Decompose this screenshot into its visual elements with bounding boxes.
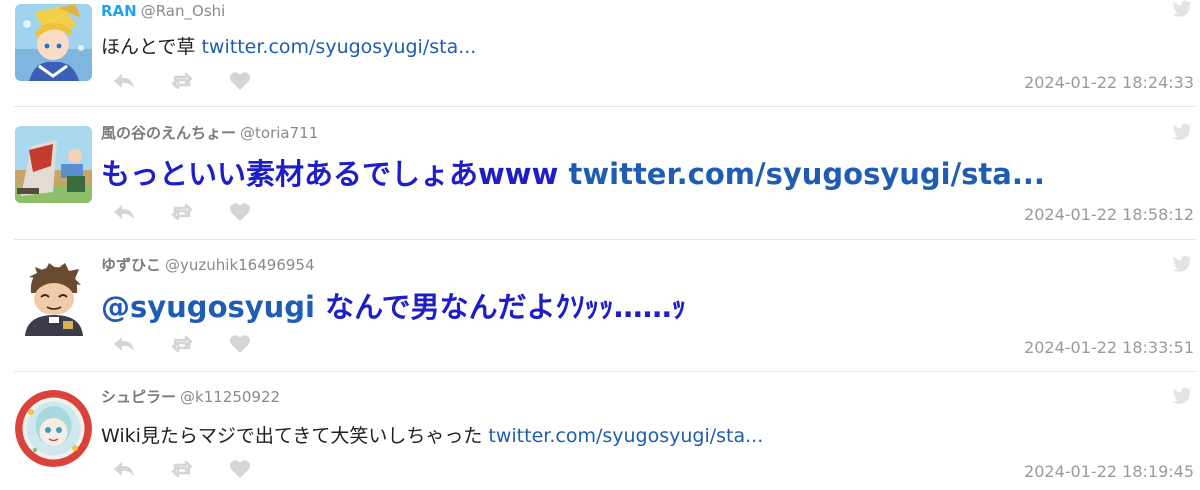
reply-icon[interactable] (112, 202, 136, 222)
tweet-item: 風の谷のえんちょー @toria711 もっといい素材あるでしょあwww twit… (0, 107, 1200, 239)
author-handle[interactable]: @Ran_Oshi (141, 2, 226, 20)
tweet-mention[interactable]: @syugosyugi (101, 290, 315, 324)
tweet-timestamp[interactable]: 2024-01-22 18:58:12 (1024, 205, 1194, 225)
tweet-text: @syugosyugi なんで男なんだよｸｿｯｯ……ｯ (101, 289, 686, 325)
tweet-header: シュピラー @k11250922 (101, 388, 280, 406)
reply-icon[interactable] (112, 459, 136, 479)
author-name[interactable]: シュピラー (101, 388, 176, 406)
tweet-item: ゆずひこ @yuzuhik16496954 @syugosyugi なんで男なんだ… (0, 240, 1200, 371)
tweet-timestamp[interactable]: 2024-01-22 18:19:45 (1024, 462, 1194, 482)
tweet-body: なんで男なんだよｸｿｯｯ……ｯ (315, 290, 687, 324)
tweet-text: もっといい素材あるでしょあwww twitter.com/syugosyugi/… (101, 156, 1045, 192)
heart-icon[interactable] (228, 459, 252, 479)
retweet-icon[interactable] (170, 71, 194, 91)
tweet-body: Wiki見たらマジで出てきて大笑いしちゃった (101, 425, 489, 447)
tweet-item: RAN @Ran_Oshi ほんとで草 twitter.com/syugosyug… (0, 0, 1200, 106)
tweet-header: RAN @Ran_Oshi (101, 2, 225, 20)
heart-icon[interactable] (228, 334, 252, 354)
twitter-bird-icon[interactable] (1172, 0, 1192, 18)
heart-icon[interactable] (228, 71, 252, 91)
heart-icon[interactable] (228, 202, 252, 222)
author-name[interactable]: RAN (101, 2, 137, 20)
twitter-bird-icon[interactable] (1172, 255, 1192, 273)
avatar[interactable] (15, 259, 92, 336)
tweet-actions (112, 71, 286, 91)
author-name[interactable]: 風の谷のえんちょー (101, 124, 236, 142)
tweet-actions (112, 459, 286, 479)
tweet-body: ほんとで草 (101, 36, 202, 58)
avatar[interactable] (15, 126, 92, 203)
tweet-link[interactable]: twitter.com/syugosyugi/sta... (568, 157, 1044, 191)
retweet-icon[interactable] (170, 202, 194, 222)
tweet-link[interactable]: twitter.com/syugosyugi/sta... (488, 425, 763, 447)
retweet-icon[interactable] (170, 334, 194, 354)
tweet-text: ほんとで草 twitter.com/syugosyugi/sta... (101, 35, 476, 59)
tweet-body: もっといい素材あるでしょあwww (101, 157, 569, 191)
tweet-feed: RAN @Ran_Oshi ほんとで草 twitter.com/syugosyug… (0, 0, 1200, 490)
tweet-actions (112, 334, 286, 354)
tweet-link[interactable]: twitter.com/syugosyugi/sta... (201, 36, 476, 58)
author-name[interactable]: ゆずひこ (101, 256, 161, 274)
tweet-timestamp[interactable]: 2024-01-22 18:24:33 (1024, 73, 1194, 93)
tweet-header: ゆずひこ @yuzuhik16496954 (101, 256, 315, 274)
twitter-bird-icon[interactable] (1172, 387, 1192, 405)
tweet-item: シュピラー @k11250922 Wiki見たらマジで出てきて大笑いしちゃった t… (0, 372, 1200, 490)
avatar[interactable] (15, 390, 92, 467)
author-handle[interactable]: @k11250922 (180, 388, 280, 406)
avatar[interactable] (15, 4, 92, 81)
reply-icon[interactable] (112, 71, 136, 91)
twitter-bird-icon[interactable] (1172, 123, 1192, 141)
tweet-timestamp[interactable]: 2024-01-22 18:33:51 (1024, 338, 1194, 358)
reply-icon[interactable] (112, 334, 136, 354)
tweet-header: 風の谷のえんちょー @toria711 (101, 124, 318, 142)
author-handle[interactable]: @yuzuhik16496954 (165, 256, 314, 274)
tweet-actions (112, 202, 286, 222)
tweet-text: Wiki見たらマジで出てきて大笑いしちゃった twitter.com/syugo… (101, 424, 763, 448)
retweet-icon[interactable] (170, 459, 194, 479)
author-handle[interactable]: @toria711 (240, 124, 318, 142)
